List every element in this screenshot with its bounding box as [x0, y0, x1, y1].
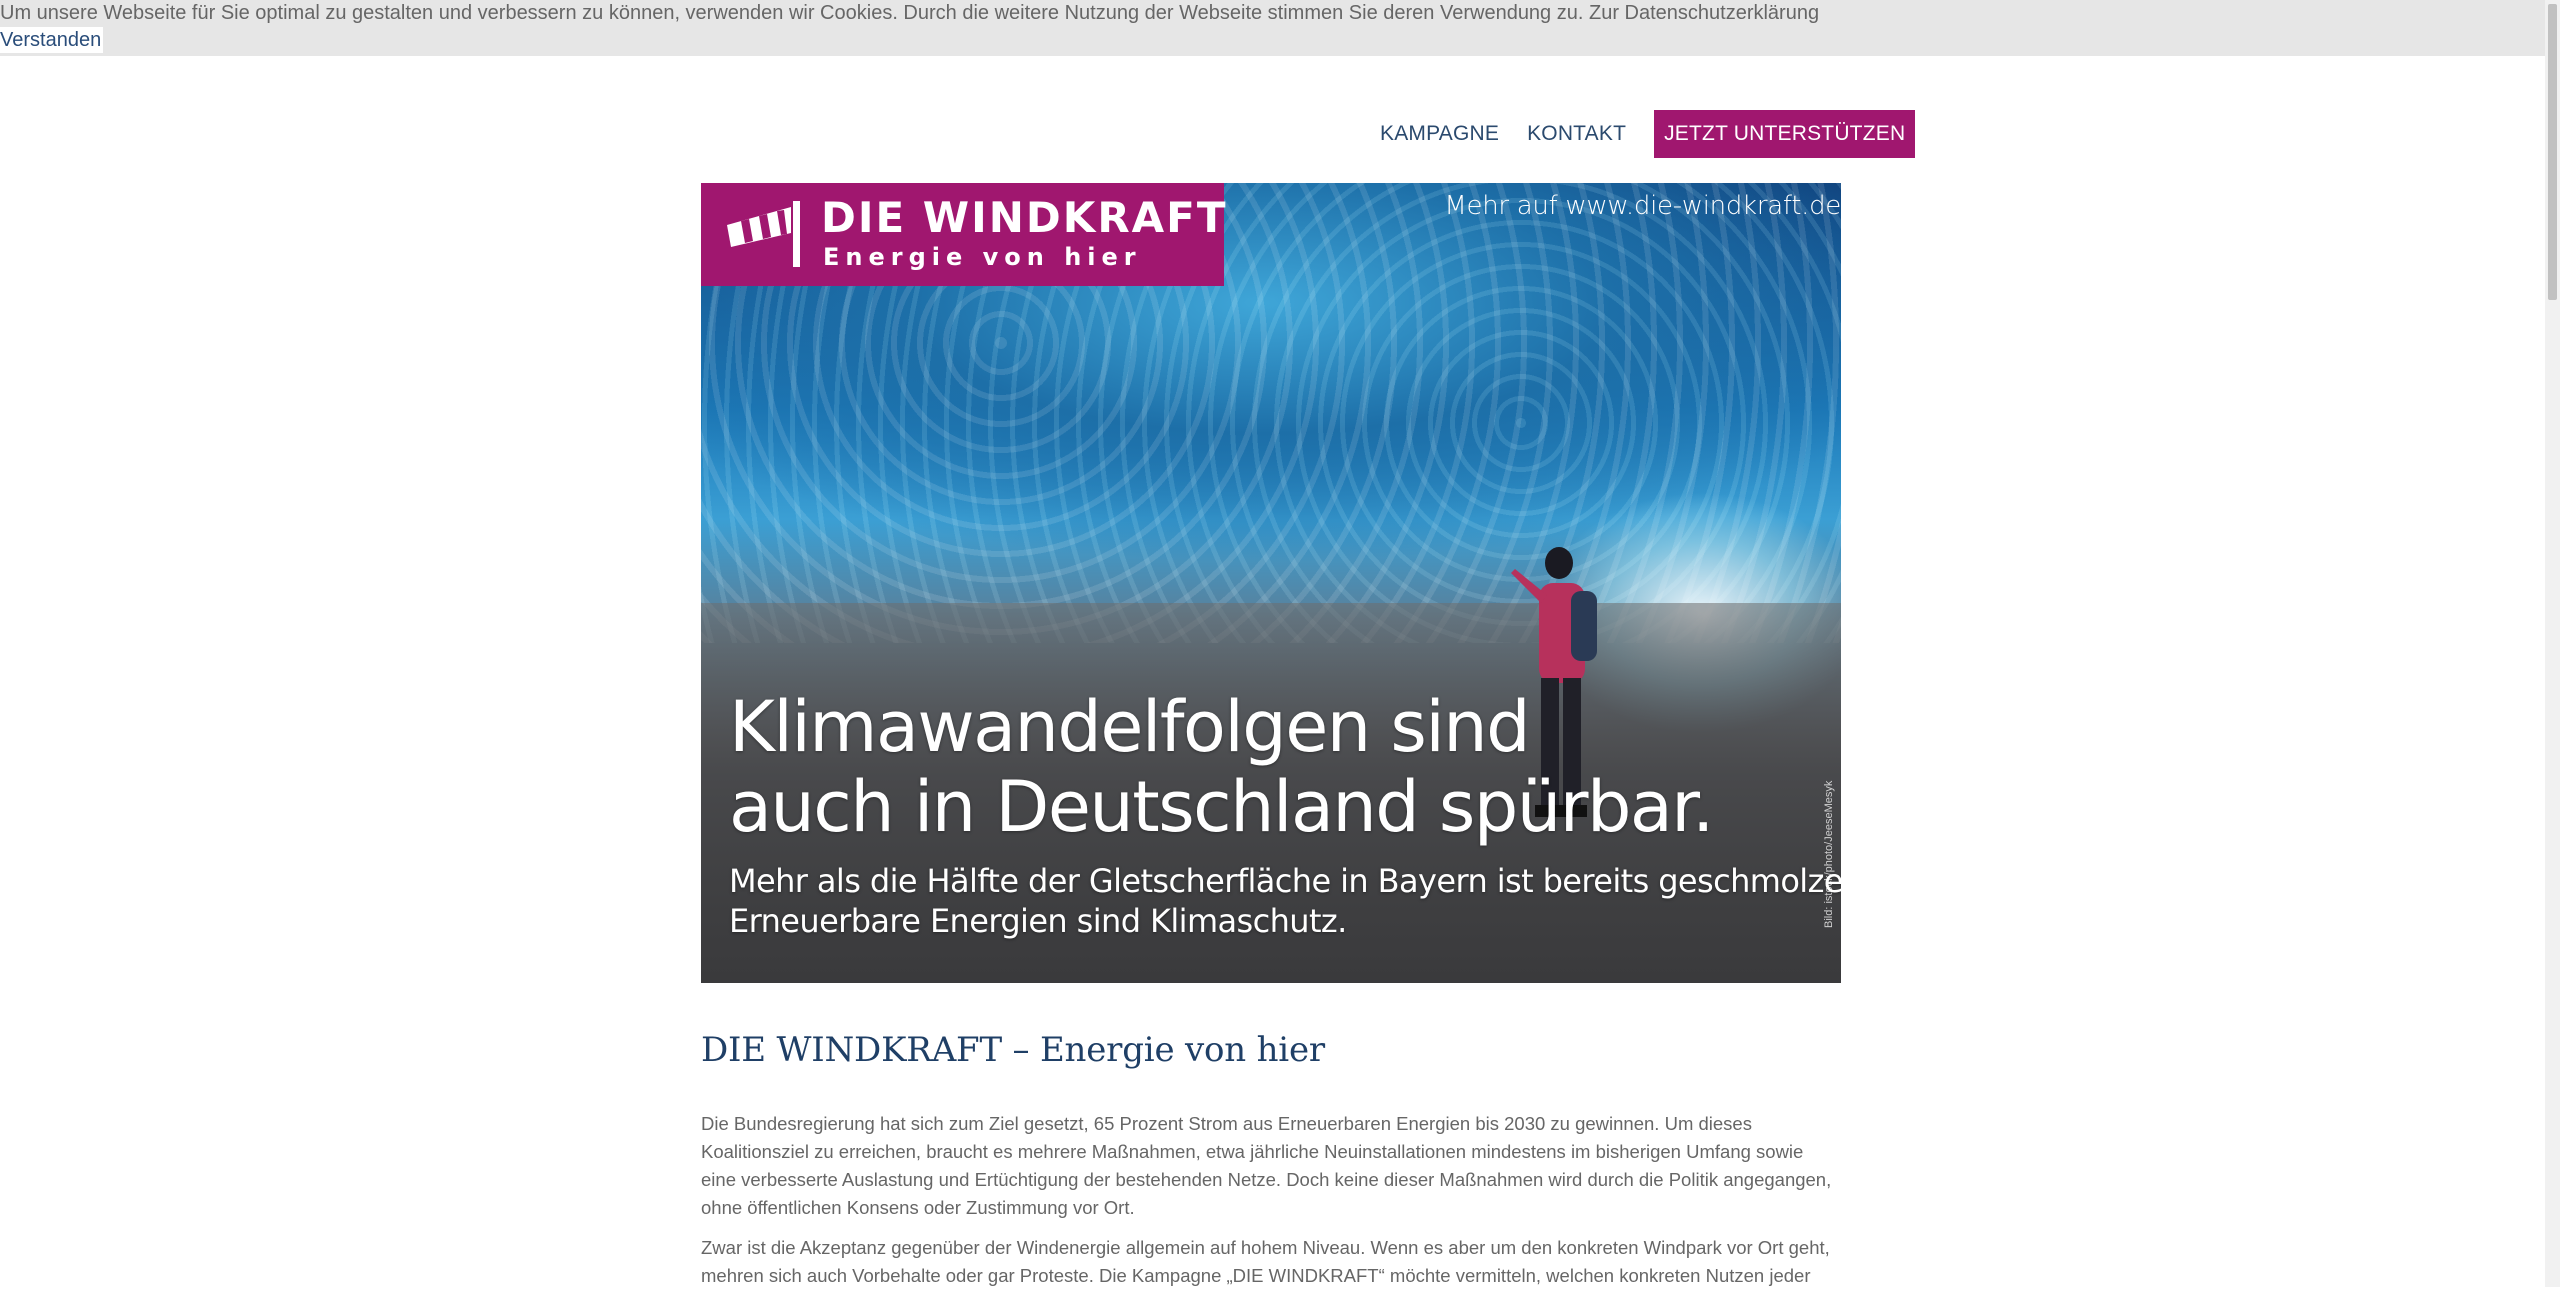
nav-item-kontakt[interactable]: KONTAKT: [1527, 122, 1626, 146]
hero-url-text: Mehr auf www.die-windkraft.de: [1444, 191, 1841, 221]
support-now-button[interactable]: JETZT UNTERSTÜTZEN: [1654, 110, 1916, 158]
cookie-text: Um unsere Webseite für Sie optimal zu ge…: [0, 2, 1820, 24]
hero-subline: Mehr als die Hälfte der Gletscherfläche …: [729, 861, 1841, 941]
main-nav: KAMPAGNE KONTAKT JETZT UNTERSTÜTZEN: [1380, 110, 1916, 158]
image-credit: Bild: istock/photo/JeeseMesyk: [1823, 780, 1835, 928]
hero-headline: Klimawandelfolgen sind auch in Deutschla…: [729, 686, 1714, 848]
page-scrollbar[interactable]: [2545, 0, 2560, 1287]
hero-subline-line-2: Erneuerbare Energien sind Klimaschutz.: [729, 902, 1347, 940]
logo-subtitle: Energie von hier: [823, 243, 1142, 271]
hero-subline-line-1: Mehr als die Hälfte der Gletscherfläche …: [729, 862, 1841, 900]
article-paragraph-1: Die Bundesregierung hat sich zum Ziel ge…: [701, 1113, 1832, 1218]
article: DIE WINDKRAFT – Energie von hier Die Bun…: [701, 1030, 1841, 1286]
hero-banner: DIE WINDKRAFT Energie von hier Mehr auf …: [701, 183, 1841, 983]
page-title: DIE WINDKRAFT – Energie von hier: [701, 1030, 1325, 1070]
article-paragraph-2: Zwar ist die Akzeptanz gegenüber der Win…: [701, 1237, 1830, 1286]
windkraft-logo[interactable]: DIE WINDKRAFT Energie von hier: [701, 183, 1226, 286]
hero-headline-line-1: Klimawandelfolgen sind: [729, 686, 1531, 768]
hero-headline-line-2: auch in Deutschland spürbar.: [729, 766, 1714, 848]
nav-item-kampagne[interactable]: KAMPAGNE: [1380, 122, 1499, 146]
logo-title: DIE WINDKRAFT: [821, 193, 1228, 242]
cookie-accept-button[interactable]: Verstanden: [0, 27, 104, 53]
scrollbar-thumb[interactable]: [2548, 4, 2557, 300]
windsock-icon: [727, 201, 800, 267]
cookie-banner: Um unsere Webseite für Sie optimal zu ge…: [0, 0, 2545, 56]
